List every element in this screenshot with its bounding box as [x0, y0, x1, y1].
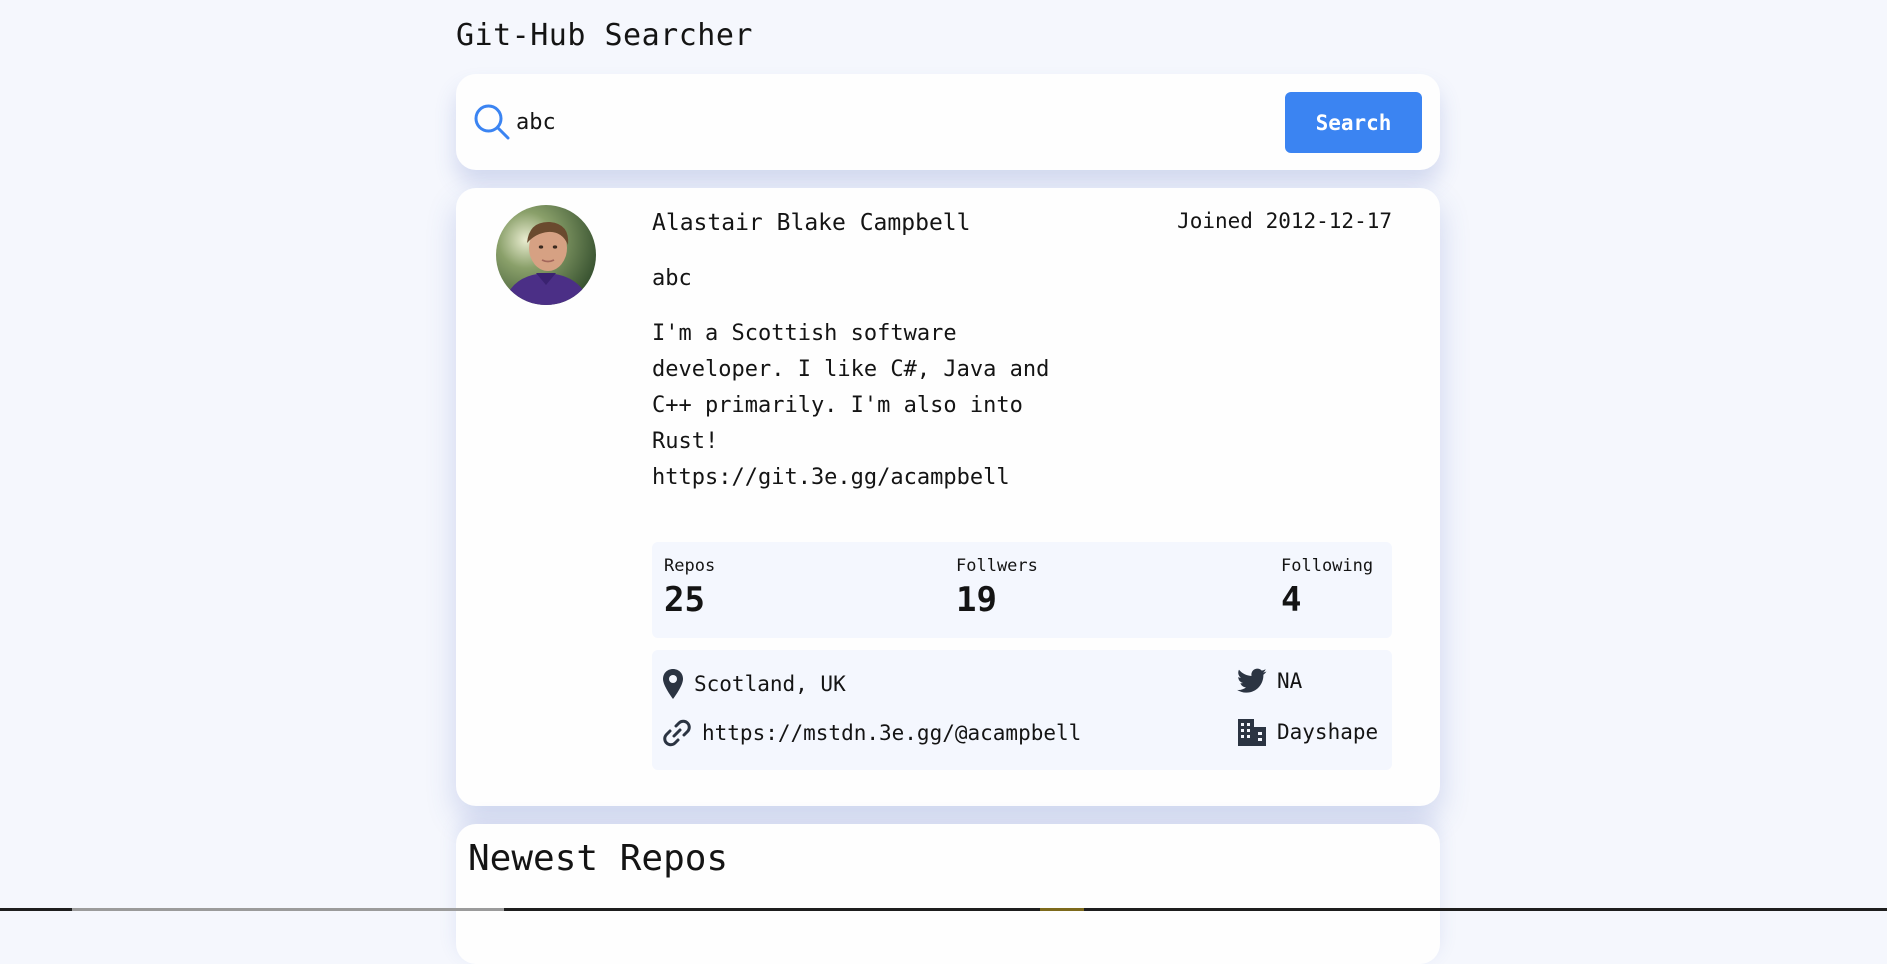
search-bar: Search: [456, 74, 1440, 170]
joined-date: Joined 2012-12-17: [1177, 209, 1392, 233]
twitter-text: NA: [1277, 669, 1303, 693]
avatar: [496, 205, 596, 305]
location-text: Scotland, UK: [694, 672, 846, 696]
user-name: Alastair Blake Campbell: [652, 210, 971, 236]
stat-repos: Repos 25: [664, 556, 715, 620]
stat-followers: Follwers 19: [956, 556, 1038, 620]
stats-panel: Repos 25 Follwers 19 Following 4: [652, 542, 1392, 638]
blog-link[interactable]: https://mstdn.3e.gg/@acampbell: [702, 721, 1081, 745]
twitter-item: NA: [1237, 668, 1302, 694]
stat-followers-value: 19: [956, 580, 997, 620]
stat-following: Following 4: [1281, 556, 1373, 620]
user-login: abc: [652, 266, 692, 291]
search-input[interactable]: [516, 104, 1116, 140]
stat-repos-value: 25: [664, 580, 705, 620]
company-item: Dayshape: [1237, 718, 1378, 746]
company-building-icon: [1238, 719, 1266, 746]
location-item: Scotland, UK: [662, 668, 846, 700]
blog-item[interactable]: https://mstdn.3e.gg/@acampbell: [662, 718, 1081, 748]
stat-followers-label: Follwers: [956, 556, 1038, 576]
user-bio: I'm a Scottish software developer. I lik…: [652, 321, 1050, 490]
newest-repos-card: Newest Repos: [456, 824, 1440, 964]
twitter-icon: [1237, 668, 1267, 693]
profile-card: Alastair Blake Campbell Joined 2012-12-1…: [456, 188, 1440, 806]
newest-repos-title: Newest Repos: [468, 838, 729, 879]
info-panel: Scotland, UK https://mstdn.3e.gg/@acampb…: [652, 650, 1392, 770]
search-icon: [474, 104, 510, 140]
search-button[interactable]: Search: [1285, 92, 1422, 153]
stat-repos-label: Repos: [664, 556, 716, 576]
stat-following-value: 4: [1281, 580, 1302, 620]
company-text: Dayshape: [1277, 720, 1379, 744]
stat-following-label: Following: [1281, 556, 1374, 576]
link-icon: [663, 719, 691, 747]
location-pin-icon: [663, 669, 683, 699]
app-title: Git-Hub Searcher: [456, 18, 753, 53]
